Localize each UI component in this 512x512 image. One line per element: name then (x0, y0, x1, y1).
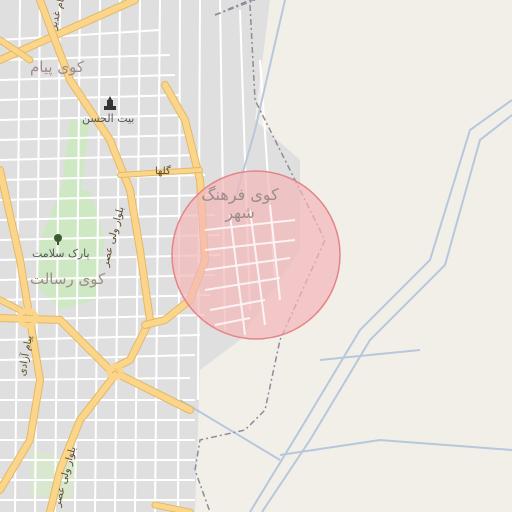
poi-label-park-salamat: پارک سلامت (32, 247, 90, 260)
district-label-farhangshahr: کوی فرهنگ شهر (201, 185, 279, 222)
district-label-resalat: کوی رسالت (30, 270, 106, 288)
district-label-payam: کوی پیام (30, 58, 84, 76)
map-view[interactable]: کوی پیام بیت الحسن گلها پارک سلامت کوی ر… (0, 0, 512, 512)
poi-label-beit-al-hassan: بیت الحسن (82, 112, 135, 125)
street-label-golha: گلها (155, 166, 171, 177)
